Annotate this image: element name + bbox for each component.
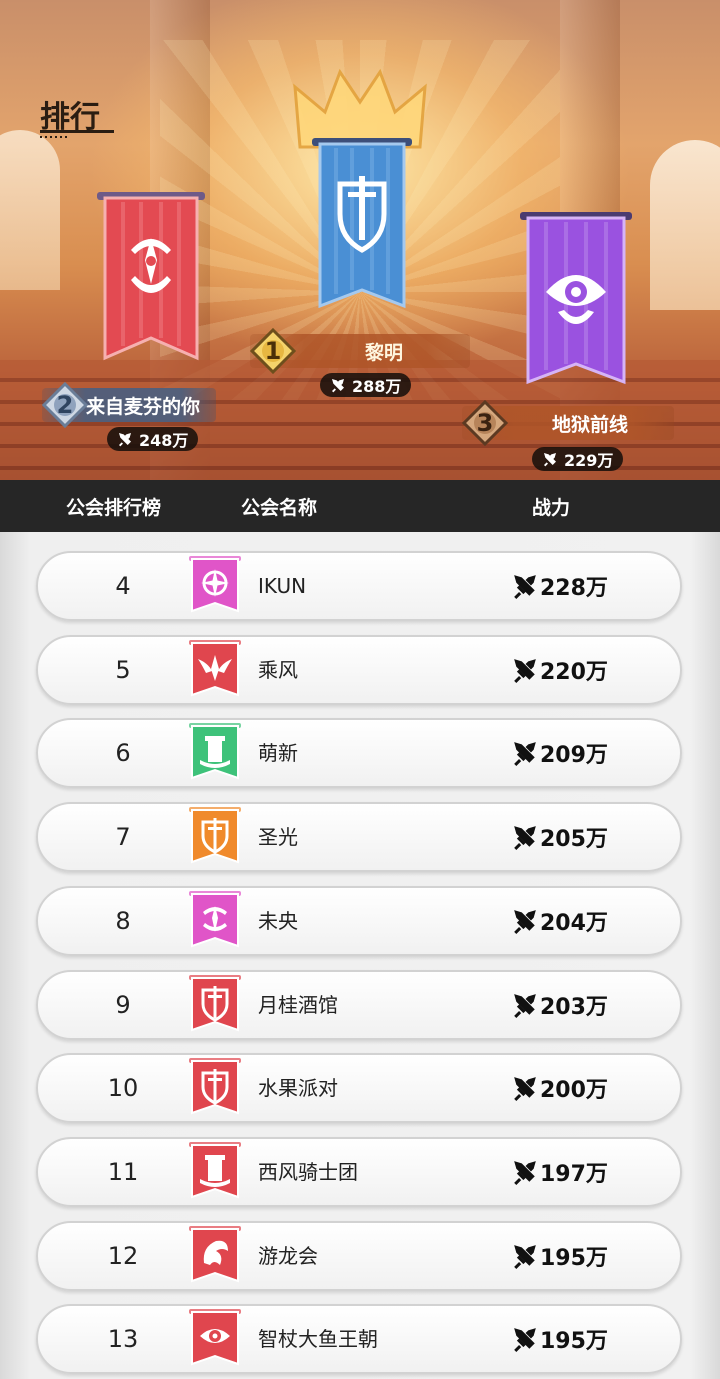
- podium-section: 排行 2 来自麦芬的你 248万 1 黎明 288万 3 地狱前线 229万: [0, 0, 720, 480]
- window-decoration: [0, 130, 60, 290]
- guild-banner-first[interactable]: [310, 134, 414, 320]
- row-rank: 10: [107, 1074, 139, 1103]
- tower-icon: [189, 723, 241, 780]
- row-power-value: 195万: [540, 1329, 608, 1355]
- guild-row[interactable]: 13 智杖大鱼王朝 195万: [36, 1304, 682, 1375]
- row-power: 204万: [512, 888, 608, 954]
- column-rank-header: 公会排行榜: [66, 497, 162, 519]
- row-power: 195万: [512, 1223, 608, 1289]
- crossed-swords-icon: [514, 1077, 536, 1102]
- row-rank: 6: [115, 739, 131, 768]
- table-header: 公会排行榜 公会名称 战力: [0, 480, 720, 532]
- row-rank: 8: [115, 906, 131, 935]
- dragon-icon: [189, 1225, 241, 1283]
- medal-third-icon: 3: [461, 399, 509, 447]
- row-power: 228万: [512, 553, 608, 619]
- row-guild-name: 圣光: [258, 825, 298, 850]
- guild-ranking-list[interactable]: 4 IKUN 228万 5 乘风 220万 6 萌新 209万 7 圣光 205万 8 未央 204万 9 月桂…: [0, 532, 720, 1379]
- guild-banner-second[interactable]: [95, 188, 207, 368]
- column-power-header: 战力: [532, 497, 571, 519]
- window-decoration: [650, 140, 720, 310]
- crossed-swords-icon: [514, 909, 536, 934]
- guild-row[interactable]: 4 IKUN 228万: [36, 551, 682, 621]
- star-crest-icon: [189, 890, 241, 948]
- power-third: 229万: [532, 447, 624, 471]
- row-guild-name: 萌新: [258, 741, 298, 766]
- row-power-value: 197万: [540, 1161, 608, 1187]
- row-power: 203万: [512, 972, 608, 1038]
- row-rank: 11: [107, 1157, 139, 1186]
- crossed-swords-icon: [514, 575, 536, 599]
- crossed-swords-icon: [514, 993, 536, 1018]
- sword-shield-icon: [189, 974, 241, 1031]
- row-power-value: 203万: [540, 994, 608, 1020]
- crossed-swords-icon: [514, 658, 536, 683]
- guild-row[interactable]: 11 西风骑士团 197万: [36, 1136, 682, 1207]
- row-power: 195万: [512, 1306, 608, 1372]
- guild-row[interactable]: 5 乘风 220万: [36, 634, 682, 705]
- eye-crest-icon: [189, 1309, 241, 1366]
- rank-first[interactable]: 1 黎明: [249, 327, 470, 375]
- guild-banner-third[interactable]: [518, 208, 634, 394]
- tower-icon: [189, 1141, 241, 1199]
- row-power-value: 195万: [540, 1245, 608, 1271]
- row-rank: 7: [115, 823, 131, 852]
- row-power-value: 209万: [540, 743, 608, 769]
- crossed-swords-icon: [514, 826, 536, 851]
- row-guild-name: 智杖大鱼王朝: [258, 1327, 378, 1352]
- rank-third[interactable]: 3 地狱前线: [461, 399, 674, 447]
- row-power-value: 205万: [540, 827, 608, 853]
- row-rank: 4: [115, 572, 131, 600]
- guild-row[interactable]: 6 萌新 209万: [36, 718, 682, 789]
- rank-second[interactable]: 2 来自麦芬的你: [41, 381, 217, 429]
- sword-shield-icon: [189, 807, 241, 864]
- row-guild-name: 未央: [258, 908, 298, 933]
- winged-crest-icon: [189, 639, 241, 697]
- row-power: 209万: [512, 720, 608, 786]
- guild-row[interactable]: 9 月桂酒馆 203万: [36, 969, 682, 1040]
- column-name-header: 公会名称: [241, 497, 318, 519]
- sword-shield-icon: [189, 1058, 241, 1115]
- guild-row[interactable]: 8 未央 204万: [36, 885, 682, 956]
- row-power: 205万: [512, 804, 608, 870]
- row-power-value: 200万: [540, 1078, 608, 1104]
- row-power: 200万: [512, 1055, 608, 1121]
- row-rank: 12: [107, 1241, 139, 1270]
- guild-row[interactable]: 12 游龙会 195万: [36, 1220, 682, 1291]
- power-first: 288万: [320, 373, 412, 397]
- row-guild-name: 水果派对: [258, 1076, 338, 1101]
- crossed-swords-icon: [514, 1328, 536, 1353]
- medal-first-icon: 1: [249, 327, 297, 375]
- row-guild-name: 乘风: [258, 657, 298, 682]
- guild-row[interactable]: 10 水果派对 200万: [36, 1053, 682, 1124]
- row-power-value: 204万: [540, 910, 608, 936]
- row-rank: 9: [115, 990, 131, 1019]
- row-power-value: 228万: [540, 576, 608, 601]
- row-rank: 13: [107, 1325, 139, 1354]
- crossed-swords-icon: [514, 1244, 536, 1269]
- crossed-swords-icon: [544, 453, 556, 467]
- row-guild-name: 月桂酒馆: [258, 992, 338, 1017]
- crossed-swords-icon: [514, 1161, 536, 1185]
- guild-row[interactable]: 7 圣光 205万: [36, 802, 682, 873]
- crossed-swords-icon: [514, 742, 536, 767]
- crossed-swords-icon: [332, 379, 344, 393]
- crossed-swords-icon: [119, 433, 131, 447]
- row-guild-name: 游龙会: [258, 1243, 318, 1268]
- row-power: 197万: [512, 1139, 608, 1205]
- power-second: 248万: [107, 427, 199, 451]
- row-guild-name: 西风骑士团: [258, 1159, 358, 1184]
- compass-icon: [189, 556, 241, 613]
- row-guild-name: IKUN: [258, 574, 307, 598]
- row-power-value: 220万: [540, 659, 608, 685]
- row-rank: 5: [115, 655, 131, 684]
- row-power: 220万: [512, 637, 608, 703]
- medal-second-icon: 2: [41, 381, 89, 429]
